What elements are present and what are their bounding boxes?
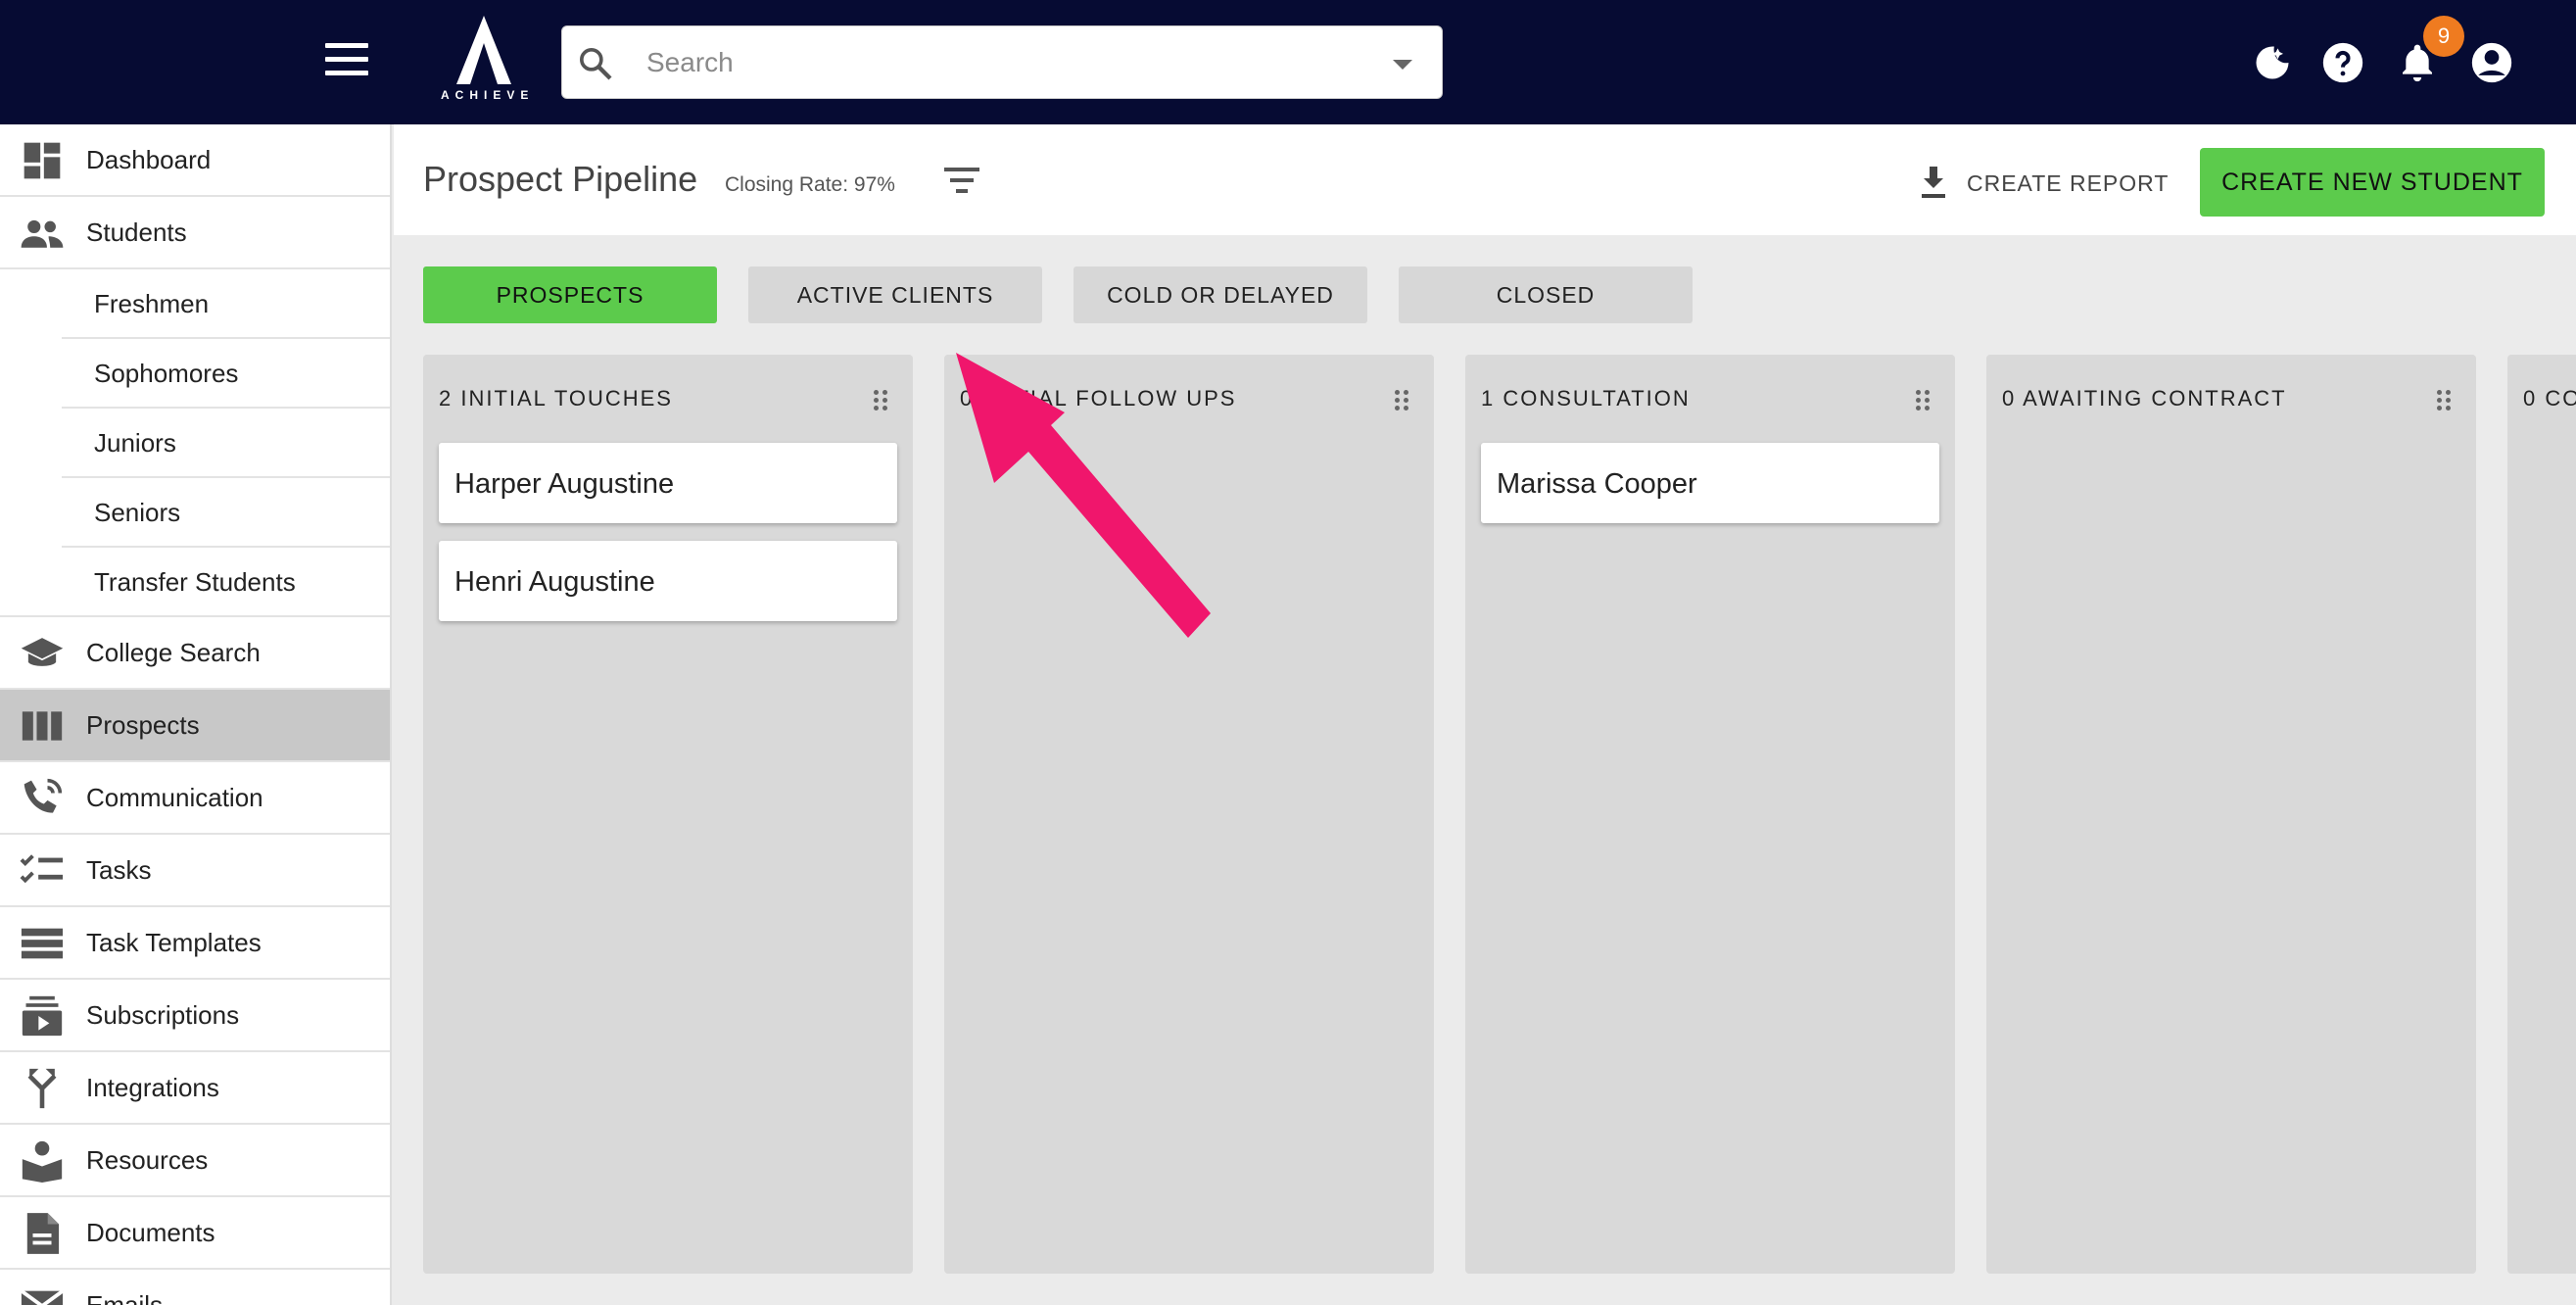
prospect-card[interactable]: Marissa Cooper	[1481, 443, 1939, 523]
sidebar-subitem-label: Transfer Students	[94, 567, 296, 597]
tab-prospects[interactable]: PROSPECTS	[423, 266, 717, 323]
sidebar-item-label: Task Templates	[86, 927, 262, 957]
drag-handle-icon[interactable]	[2437, 390, 2451, 411]
download-icon	[1922, 167, 1945, 198]
column-title: 0 AWAITING CONTRACT	[2002, 386, 2287, 411]
sidebar-item-label: Prospects	[86, 709, 200, 740]
filter-icon[interactable]	[944, 168, 979, 197]
document-icon	[20, 1213, 65, 1254]
sidebar-item-resources[interactable]: Resources	[0, 1125, 390, 1197]
column-title: 1 CONSULTATION	[1481, 386, 1691, 411]
sidebar-item-dashboard[interactable]: Dashboard	[0, 124, 390, 197]
achieve-logo-mark	[456, 16, 511, 84]
sidebar-item-label: Tasks	[86, 854, 152, 885]
checklist-icon	[20, 850, 65, 892]
merge-icon	[20, 1068, 65, 1109]
sidebar-subitem-freshmen[interactable]: Freshmen	[62, 269, 390, 339]
sidebar-subitem-juniors[interactable]: Juniors	[62, 409, 390, 478]
sidebar-item-communication[interactable]: Communication	[0, 762, 390, 835]
sidebar-item-label: Integrations	[86, 1072, 219, 1102]
prospect-card[interactable]: Henri Augustine	[439, 541, 897, 621]
sidebar-item-college-search[interactable]: College Search	[0, 617, 390, 690]
column-title: 0 INITIAL FOLLOW UPS	[960, 386, 1237, 411]
column-title: 0 CONTRACT SENT	[2523, 386, 2576, 411]
account-avatar-icon[interactable]	[2466, 37, 2517, 88]
pipeline-column-contract-sent: 0 CONTRACT SENT	[2507, 355, 2576, 1274]
pipeline-column-consultation: 1 CONSULTATION Marissa Cooper	[1465, 355, 1955, 1274]
create-report-button[interactable]: CREATE REPORT	[1920, 162, 2169, 205]
sidebar-item-label: College Search	[86, 637, 261, 667]
prospect-name: Marissa Cooper	[1497, 468, 1697, 500]
create-new-student-button[interactable]: CREATE NEW STUDENT	[2200, 148, 2545, 217]
mail-icon	[20, 1285, 65, 1305]
graduation-cap-icon	[20, 633, 65, 674]
sidebar-subitem-label: Seniors	[94, 498, 181, 527]
phone-wave-icon	[20, 778, 65, 819]
sidebar-subitem-seniors[interactable]: Seniors	[62, 478, 390, 548]
sidebar-item-label: Students	[86, 217, 187, 247]
help-icon[interactable]	[2317, 37, 2368, 88]
sidebar-item-prospects[interactable]: Prospects	[0, 690, 390, 762]
pipeline-column-awaiting-contract: 0 AWAITING CONTRACT	[1986, 355, 2476, 1274]
sidebar-item-label: Dashboard	[86, 144, 212, 174]
kanban-columns-icon	[20, 705, 65, 747]
column-title: 2 INITIAL TOUCHES	[439, 386, 673, 411]
sidebar-item-task-templates[interactable]: Task Templates	[0, 907, 390, 980]
closing-rate: Closing Rate: 97%	[725, 173, 895, 196]
prospect-name: Henri Augustine	[454, 566, 655, 598]
sidebar-item-label: Resources	[86, 1144, 209, 1175]
drag-handle-icon[interactable]	[874, 390, 887, 411]
sidebar-subitem-transfer-students[interactable]: Transfer Students	[0, 548, 390, 617]
sidebar-item-label: Emails	[86, 1289, 164, 1305]
sidebar-item-students[interactable]: Students	[0, 197, 390, 269]
sidebar-item-label: Communication	[86, 782, 263, 812]
search-input[interactable]	[646, 40, 1332, 85]
search-bar[interactable]	[561, 25, 1443, 99]
sidebar-subitem-label: Sophomores	[94, 359, 239, 388]
top-app-bar: ACHIEVE 9	[0, 0, 2576, 124]
dark-mode-icon[interactable]	[2247, 37, 2298, 88]
drag-handle-icon[interactable]	[1916, 390, 1930, 411]
sidebar-item-integrations[interactable]: Integrations	[0, 1052, 390, 1125]
prospect-name: Harper Augustine	[454, 468, 675, 500]
menu-icon[interactable]	[325, 43, 368, 78]
sidebar-item-subscriptions[interactable]: Subscriptions	[0, 980, 390, 1052]
logo-text: ACHIEVE	[441, 88, 535, 102]
sidebar-nav: Dashboard Students Freshmen Sophomores J…	[0, 124, 392, 1305]
drag-handle-icon[interactable]	[1395, 390, 1408, 411]
sidebar-item-documents[interactable]: Documents	[0, 1197, 390, 1270]
sidebar-item-label: Subscriptions	[86, 999, 240, 1030]
dashboard-icon	[20, 140, 65, 181]
notification-count-badge: 9	[2423, 16, 2464, 57]
sidebar-item-tasks[interactable]: Tasks	[0, 835, 390, 907]
chevron-down-icon[interactable]	[1393, 60, 1412, 70]
sidebar-subitem-label: Freshmen	[94, 289, 210, 318]
tab-closed[interactable]: CLOSED	[1399, 266, 1693, 323]
list-lines-icon	[20, 923, 65, 964]
sidebar-subitem-label: Juniors	[94, 428, 176, 458]
search-icon	[580, 48, 612, 80]
page-title: Prospect Pipeline	[423, 159, 698, 199]
page-header: Prospect Pipeline Closing Rate: 97% CREA…	[394, 124, 2576, 235]
tab-cold-or-delayed[interactable]: COLD OR DELAYED	[1073, 266, 1367, 323]
sidebar-subitem-sophomores[interactable]: Sophomores	[62, 339, 390, 409]
tab-active-clients[interactable]: ACTIVE CLIENTS	[748, 266, 1042, 323]
pipeline-column-initial-touches: 2 INITIAL TOUCHES Harper Augustine Henri…	[423, 355, 913, 1274]
people-icon	[20, 213, 65, 254]
reading-book-icon	[20, 1140, 65, 1183]
subscriptions-icon	[20, 995, 65, 1037]
prospect-card[interactable]: Harper Augustine	[439, 443, 897, 523]
achieve-logo[interactable]: ACHIEVE	[435, 16, 533, 110]
pipeline-column-initial-follow-ups: 0 INITIAL FOLLOW UPS	[944, 355, 1434, 1274]
sidebar-item-emails[interactable]: Emails	[0, 1270, 390, 1305]
create-report-label: CREATE REPORT	[1967, 169, 2170, 196]
sidebar-item-label: Documents	[86, 1217, 215, 1247]
